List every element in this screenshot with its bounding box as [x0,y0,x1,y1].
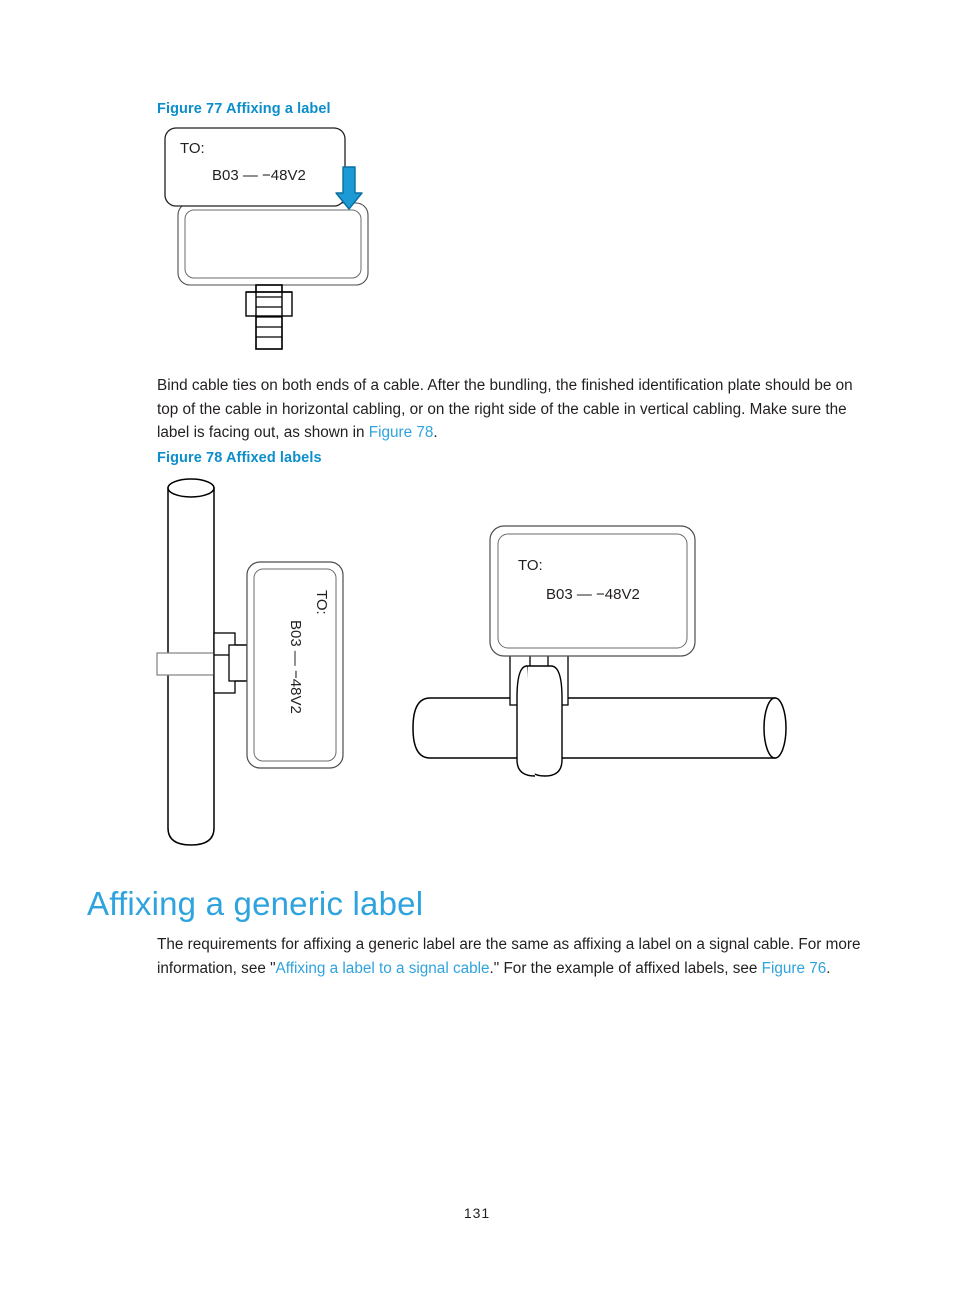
figure-77-svg: TO: B03 — −48V2 [164,127,369,350]
horizontal-cable-end-ellipse [763,697,787,759]
label-line-1: TO: [180,140,205,157]
vertical-cabling-illustration: TO: B03 — −48V2 [156,478,344,846]
link-figure-78[interactable]: Figure 78 [369,424,434,441]
section-text-part-3: . [826,959,831,977]
figure-77-label: TO: B03 — −48V2 [164,127,346,207]
vertical-label-line-1: TO: [313,590,330,615]
horizontal-label-line-1: TO: [518,557,543,574]
vertical-cable-top-ellipse [167,478,215,498]
figure-77-drawing: TO: B03 — −48V2 [160,125,410,360]
plate-inner-outline [184,209,362,279]
page-title: Affixing a generic label [87,885,424,922]
horizontal-label-line-2: B03 — −48V2 [546,586,640,603]
paragraph-text-part-1: Bind cable ties on both ends of a cable.… [157,377,853,441]
paragraph-text-part-2: . [433,424,438,441]
figure-78-drawing: TO: B03 — −48V2 TO: B03 — −48V2 [155,470,815,870]
cable-tie [245,284,293,350]
label-line-2: B03 — −48V2 [212,167,306,184]
link-figure-76[interactable]: Figure 76 [762,960,827,977]
document-page: Figure 77 Affixing a label TO: B03 — −48… [0,0,954,1296]
section-text-part-2: ." For the example of affixed labels, se… [489,959,762,977]
page-number: 131 [463,1205,491,1221]
horizontal-cable-body [412,697,776,759]
vertical-label-line-2: B03 — −48V2 [287,620,304,714]
figure-77-caption: Figure 77 Affixing a label [157,101,331,117]
figure-78-svg: TO: B03 — −48V2 TO: B03 — −48V2 [156,478,787,846]
paragraph-generic-label: The requirements for affixing a generic … [157,933,869,980]
figure-78-caption: Figure 78 Affixed labels [157,450,322,466]
paragraph-bind-cable-ties: Bind cable ties on both ends of a cable.… [157,374,867,445]
link-affixing-label-signal-cable[interactable]: Affixing a label to a signal cable [276,960,490,977]
horizontal-cabling-illustration: TO: B03 — −48V2 [412,525,787,777]
horizontal-cable-tie [509,654,569,777]
